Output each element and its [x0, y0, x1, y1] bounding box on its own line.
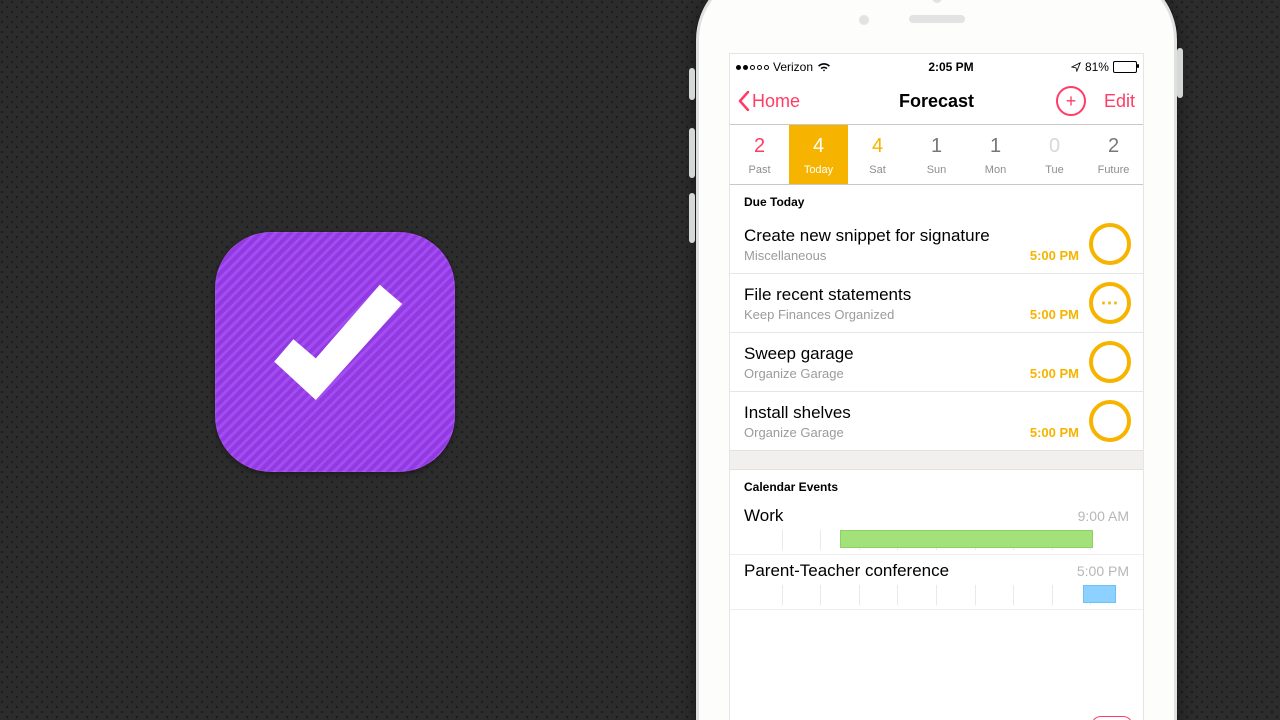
task-project: Keep Finances Organized [744, 307, 1022, 322]
phone-frame: Verizon 2:05 PM 81% Home Forecast [696, 0, 1177, 720]
section-gap [730, 450, 1143, 470]
volume-up-button [689, 128, 695, 178]
forecast-label: Sun [907, 164, 966, 176]
task-project: Miscellaneous [744, 248, 1022, 263]
nav-bar: Home Forecast + Edit [730, 78, 1143, 125]
status-time: 2:05 PM [928, 60, 973, 74]
task-title: File recent statements [744, 285, 1079, 305]
calendar-event-name: Parent-Teacher conference [744, 561, 1077, 581]
forecast-label: Sat [848, 164, 907, 176]
task-complete-circle[interactable] [1089, 223, 1131, 265]
stage: Verizon 2:05 PM 81% Home Forecast [0, 0, 1280, 720]
task-due-time: 5:00 PM [1030, 307, 1079, 322]
proximity-sensor [859, 15, 869, 25]
forecast-label: Tue [1025, 164, 1084, 176]
volume-down-button [689, 193, 695, 243]
forecast-cell-tue[interactable]: 0 Tue [1025, 125, 1084, 184]
forecast-count: 1 [966, 135, 1025, 158]
phone-screen: Verizon 2:05 PM 81% Home Forecast [729, 53, 1144, 720]
calendar-timeline [744, 585, 1129, 605]
plus-icon: + [1066, 92, 1077, 110]
calendar-event-time: 5:00 PM [1077, 563, 1129, 579]
calendar-row[interactable]: Work9:00 AM [730, 500, 1143, 555]
calendar-event-name: Work [744, 506, 1078, 526]
forecast-cell-past[interactable]: 2 Past [730, 125, 789, 184]
calendar-list: Work9:00 AMParent-Teacher conference5:00… [730, 500, 1143, 610]
forecast-count: 1 [907, 135, 966, 158]
forecast-count: 2 [730, 135, 789, 158]
task-row[interactable]: Install shelves Organize Garage 5:00 PM [730, 392, 1143, 450]
checkmark-icon [255, 272, 415, 432]
calendar-event-time: 9:00 AM [1078, 508, 1129, 524]
forecast-cell-mon[interactable]: 1 Mon [966, 125, 1025, 184]
forecast-bar: 2Past4Today4Sat1Sun1Mon0Tue2Future [730, 125, 1143, 185]
task-project: Organize Garage [744, 366, 1022, 381]
forecast-cell-sat[interactable]: 4 Sat [848, 125, 907, 184]
forecast-label: Today [789, 164, 848, 176]
task-row[interactable]: Create new snippet for signature Miscella… [730, 215, 1143, 274]
calendar-row[interactable]: Parent-Teacher conference5:00 PM [730, 555, 1143, 610]
wifi-icon [817, 62, 831, 72]
inbox-button[interactable] [1091, 716, 1133, 720]
task-due-time: 5:00 PM [1030, 425, 1079, 440]
forecast-cell-future[interactable]: 2 Future [1084, 125, 1143, 184]
status-bar: Verizon 2:05 PM 81% [730, 54, 1143, 78]
forecast-count: 0 [1025, 135, 1084, 158]
task-project: Organize Garage [744, 425, 1022, 440]
back-label: Home [752, 91, 800, 112]
forecast-count: 4 [789, 135, 848, 158]
power-button [1177, 48, 1183, 98]
task-row[interactable]: Sweep garage Organize Garage 5:00 PM [730, 333, 1143, 392]
forecast-label: Future [1084, 164, 1143, 176]
add-button[interactable]: + [1056, 86, 1086, 116]
task-list: Create new snippet for signature Miscella… [730, 215, 1143, 450]
forecast-cell-sun[interactable]: 1 Sun [907, 125, 966, 184]
task-complete-circle[interactable] [1089, 282, 1131, 324]
task-complete-circle[interactable] [1089, 400, 1131, 442]
forecast-count: 2 [1084, 135, 1143, 158]
task-title: Create new snippet for signature [744, 226, 1079, 246]
task-due-time: 5:00 PM [1030, 248, 1079, 263]
edit-button[interactable]: Edit [1104, 91, 1135, 112]
mute-switch [689, 68, 695, 100]
forecast-count: 4 [848, 135, 907, 158]
earpiece-speaker [909, 15, 965, 23]
battery-percent: 81% [1085, 60, 1109, 74]
battery-icon [1113, 61, 1137, 73]
task-due-time: 5:00 PM [1030, 366, 1079, 381]
location-icon [1071, 62, 1081, 72]
chevron-left-icon [738, 91, 750, 111]
forecast-label: Past [730, 164, 789, 176]
forecast-cell-today[interactable]: 4 Today [789, 125, 848, 184]
calendar-events-header: Calendar Events [730, 470, 1143, 500]
signal-strength-icon [736, 65, 769, 70]
back-button[interactable]: Home [738, 91, 800, 112]
front-camera [932, 0, 942, 3]
calendar-timeline [744, 530, 1129, 550]
task-title: Install shelves [744, 403, 1079, 423]
carrier-label: Verizon [773, 60, 813, 74]
calendar-bar [1083, 585, 1116, 603]
forecast-label: Mon [966, 164, 1025, 176]
calendar-bar [840, 530, 1092, 548]
task-title: Sweep garage [744, 344, 1079, 364]
due-today-header: Due Today [730, 185, 1143, 215]
app-icon [215, 232, 455, 472]
task-complete-circle[interactable] [1089, 341, 1131, 383]
task-row[interactable]: File recent statements Keep Finances Orga… [730, 274, 1143, 333]
